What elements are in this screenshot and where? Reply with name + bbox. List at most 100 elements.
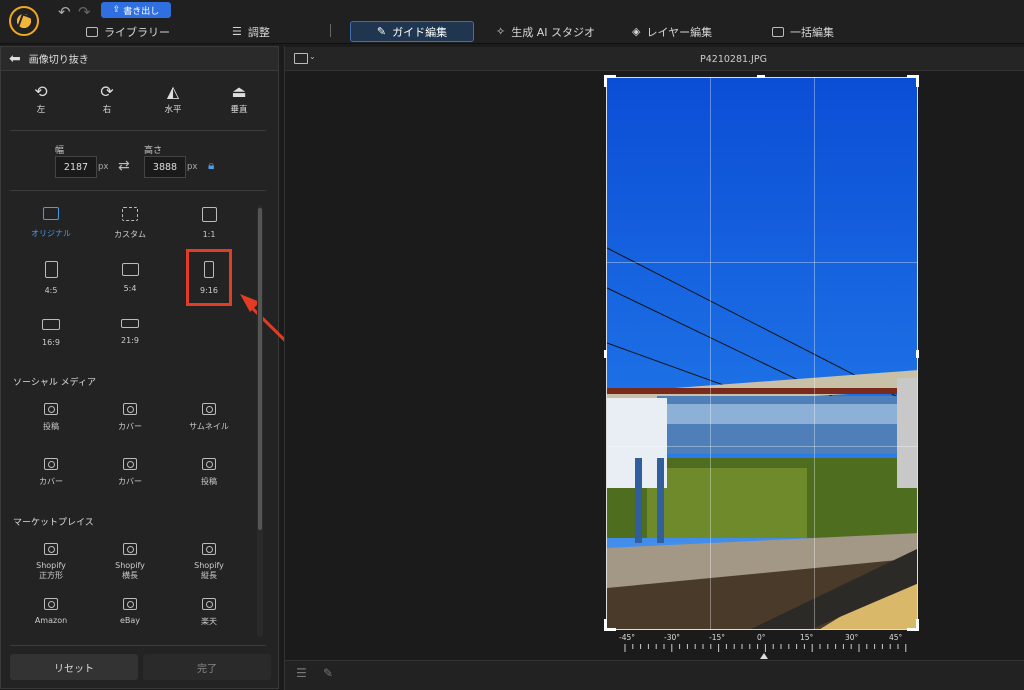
width-unit: px bbox=[98, 162, 109, 172]
market-shopify-square[interactable]: Shopify 正方形 bbox=[21, 543, 81, 581]
divider bbox=[10, 645, 266, 646]
social-post[interactable]: 投稿 bbox=[21, 403, 81, 432]
rotate-right-button[interactable]: ⟳ 右 bbox=[82, 82, 132, 116]
layers-icon: ◈ bbox=[632, 25, 641, 38]
grid-line bbox=[710, 78, 711, 629]
market-amazon[interactable]: Amazon bbox=[21, 598, 81, 625]
angle-label: -30° bbox=[664, 633, 680, 642]
tab-adjust[interactable]: ☰ 調整 bbox=[224, 21, 278, 42]
chevron-down-icon[interactable]: ⌄ bbox=[309, 52, 316, 61]
ratio-16-9[interactable]: 16:9 bbox=[21, 319, 81, 347]
ratio-4-5[interactable]: 4:5 bbox=[21, 261, 81, 295]
social-cover-linkedin[interactable]: カバー bbox=[100, 458, 160, 487]
crop-handle[interactable] bbox=[916, 619, 919, 631]
square-icon bbox=[201, 207, 217, 222]
rotation-ruler[interactable] bbox=[620, 642, 910, 660]
folder-icon[interactable] bbox=[294, 53, 308, 64]
social-media-heading: ソーシャル メディア bbox=[13, 378, 97, 388]
angle-label: 45° bbox=[889, 633, 903, 642]
ratio-custom[interactable]: カスタム bbox=[100, 207, 160, 240]
grid-line bbox=[607, 446, 917, 447]
compare-icon[interactable]: ☰ bbox=[296, 666, 307, 680]
image-icon bbox=[43, 207, 59, 220]
market-ebay[interactable]: eBay bbox=[100, 598, 160, 625]
divider bbox=[10, 190, 266, 191]
angle-label: 15° bbox=[800, 633, 814, 642]
crop-handle[interactable] bbox=[604, 619, 607, 631]
file-name: P4210281.JPG bbox=[700, 54, 767, 65]
done-button[interactable]: 完了 bbox=[143, 654, 271, 680]
social-post-pinterest[interactable]: 投稿 bbox=[179, 458, 239, 487]
social-cover-x[interactable]: カバー bbox=[21, 458, 81, 487]
flip-vertical-icon: ⏏ bbox=[231, 82, 247, 101]
shopify-icon bbox=[44, 543, 58, 555]
market-rakuten[interactable]: 楽天 bbox=[179, 598, 239, 627]
amazon-icon bbox=[44, 598, 58, 610]
export-button[interactable]: ⇪ 書き出し bbox=[101, 2, 171, 18]
bottom-toolbar bbox=[285, 660, 1024, 690]
marketplace-heading: マーケットプレイス bbox=[13, 518, 94, 528]
sparkle-icon: ✧ bbox=[496, 25, 506, 38]
portrait-icon bbox=[44, 261, 58, 278]
tab-layer-edit[interactable]: ◈ レイヤー編集 bbox=[624, 21, 720, 42]
panel-header: ⬅ 画像切り抜き bbox=[1, 47, 278, 71]
height-label: 高さ bbox=[144, 146, 163, 156]
ratio-1-1[interactable]: 1:1 bbox=[179, 207, 239, 239]
photo-preview[interactable] bbox=[606, 77, 918, 630]
market-shopify-landscape[interactable]: Shopify 横長 bbox=[100, 543, 160, 581]
brush-icon[interactable]: ✎ bbox=[323, 666, 333, 680]
highlight-box bbox=[186, 249, 232, 306]
rotate-right-icon: ⟳ bbox=[100, 82, 114, 101]
height-unit: px bbox=[187, 162, 198, 172]
social-thumbnail[interactable]: サムネイル bbox=[179, 403, 239, 432]
crop-handle[interactable] bbox=[916, 350, 919, 358]
instagram-icon bbox=[44, 403, 58, 415]
crop-handle[interactable] bbox=[916, 75, 919, 87]
tab-batch-edit[interactable]: 一括編集 bbox=[764, 21, 842, 42]
ratio-21-9[interactable]: 21:9 bbox=[100, 319, 160, 345]
flip-horizontal-icon: ◭ bbox=[166, 82, 180, 101]
tab-guided-edit[interactable]: ✎ ガイド編集 bbox=[350, 21, 474, 42]
facebook-icon bbox=[123, 403, 137, 415]
ruler-pointer bbox=[760, 653, 768, 659]
width-input[interactable]: 2187 bbox=[55, 156, 97, 178]
shopify-icon bbox=[202, 543, 216, 555]
crop-handle[interactable] bbox=[604, 350, 607, 358]
shopify-icon bbox=[123, 543, 137, 555]
ultrawide-icon bbox=[121, 319, 139, 328]
swap-icon[interactable]: ⇄ bbox=[118, 158, 130, 174]
ratio-original[interactable]: オリジナル bbox=[21, 207, 81, 239]
market-shopify-portrait[interactable]: Shopify 縦長 bbox=[179, 543, 239, 581]
wide-icon bbox=[42, 319, 60, 330]
grid-line bbox=[607, 262, 917, 263]
lock-icon[interactable]: 🔒︎ bbox=[208, 158, 220, 172]
rotate-left-icon: ⟲ bbox=[34, 82, 48, 101]
crop-handle[interactable] bbox=[757, 75, 765, 78]
divider bbox=[10, 130, 266, 131]
tab-ai-studio[interactable]: ✧ 生成 AI スタジオ bbox=[488, 21, 603, 42]
grid-line bbox=[814, 78, 815, 629]
reset-button[interactable]: リセット bbox=[10, 654, 138, 680]
flip-vertical-button[interactable]: ⏏ 垂直 bbox=[214, 82, 264, 116]
rotate-left-button[interactable]: ⟲ 左 bbox=[16, 82, 66, 116]
sliders-icon: ☰ bbox=[232, 25, 242, 38]
angle-label: -15° bbox=[709, 633, 725, 642]
landscape-icon bbox=[121, 263, 139, 276]
pinterest-icon bbox=[202, 458, 216, 470]
scrollbar-thumb[interactable] bbox=[258, 208, 262, 530]
flip-horizontal-button[interactable]: ◭ 水平 bbox=[148, 82, 198, 116]
back-arrow-icon[interactable]: ⬅ bbox=[9, 51, 21, 67]
ratio-5-4[interactable]: 5:4 bbox=[100, 263, 160, 293]
tab-library[interactable]: ライブラリー bbox=[78, 21, 178, 42]
height-input[interactable]: 3888 bbox=[144, 156, 186, 178]
linkedin-icon bbox=[123, 458, 137, 470]
upload-icon: ⇪ bbox=[112, 5, 121, 15]
social-cover-facebook[interactable]: カバー bbox=[100, 403, 160, 432]
crop-handle[interactable] bbox=[604, 75, 607, 87]
canvas-header bbox=[285, 47, 1024, 71]
panel-title: 画像切り抜き bbox=[28, 55, 89, 66]
angle-label: 30° bbox=[845, 633, 859, 642]
redo-icon[interactable]: ↷ bbox=[78, 3, 91, 21]
undo-icon[interactable]: ↶ bbox=[58, 3, 71, 21]
batch-icon bbox=[772, 26, 784, 37]
